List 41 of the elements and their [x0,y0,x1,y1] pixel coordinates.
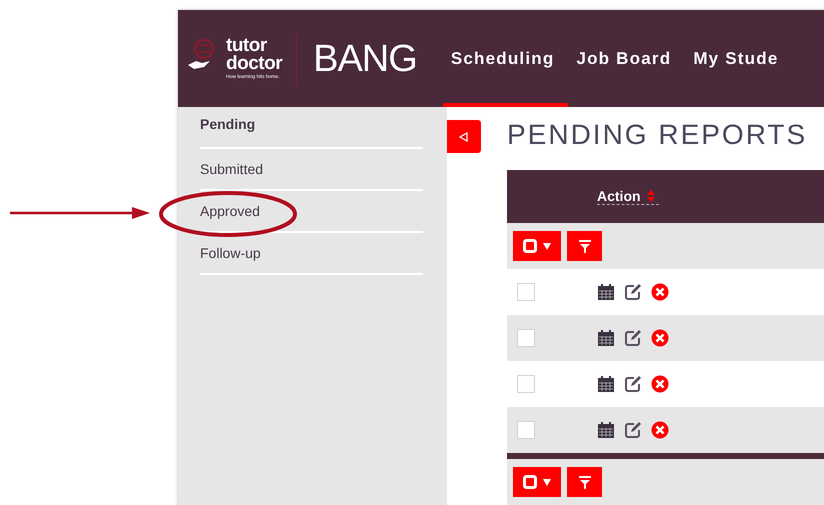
nav-tab[interactable]: My Stude [685,10,792,107]
row-checkbox[interactable] [517,283,535,301]
brand-name: doctor [226,54,282,72]
filter-icon [578,240,590,252]
delete-icon[interactable] [651,421,669,439]
calendar-icon[interactable] [597,375,615,393]
nav-tab[interactable]: Job Board [568,10,686,107]
caret-icon [543,242,551,250]
calendar-icon[interactable] [597,329,615,347]
edit-icon[interactable] [624,283,642,301]
caret-icon [543,478,551,486]
calendar-icon[interactable] [597,283,615,301]
collapse-button[interactable] [447,120,481,153]
row-checkbox[interactable] [517,421,535,439]
sort-icon[interactable] [646,190,655,202]
edit-icon[interactable] [624,421,642,439]
calendar-icon[interactable] [597,421,615,439]
brand-name: tutor [226,36,267,54]
triangle-icon [459,132,469,142]
sidebar-item[interactable]: Submitted [200,161,264,177]
square-icon [523,239,537,253]
select-dropdown-button[interactable] [513,467,561,497]
filter-button[interactable] [567,231,602,261]
edit-icon[interactable] [624,375,642,393]
delete-icon[interactable] [651,329,669,347]
delete-icon[interactable] [651,283,669,301]
column-header[interactable]: Action [597,188,659,205]
page-title: PENDING REPORTS [507,120,808,152]
sidebar-item[interactable]: Follow-up [200,245,261,261]
row-checkbox[interactable] [517,329,535,347]
square-icon [523,475,537,489]
select-dropdown-button[interactable] [513,231,561,261]
nav-tab[interactable]: Scheduling [442,10,568,107]
filter-button[interactable] [567,467,602,497]
edit-icon[interactable] [624,329,642,347]
filter-icon [578,476,590,488]
app-name: BANG [313,36,417,80]
sidebar-item[interactable]: Pending [200,116,256,132]
sidebar-item[interactable]: Approved [200,203,260,219]
delete-icon[interactable] [651,375,669,393]
row-checkbox[interactable] [517,375,535,393]
